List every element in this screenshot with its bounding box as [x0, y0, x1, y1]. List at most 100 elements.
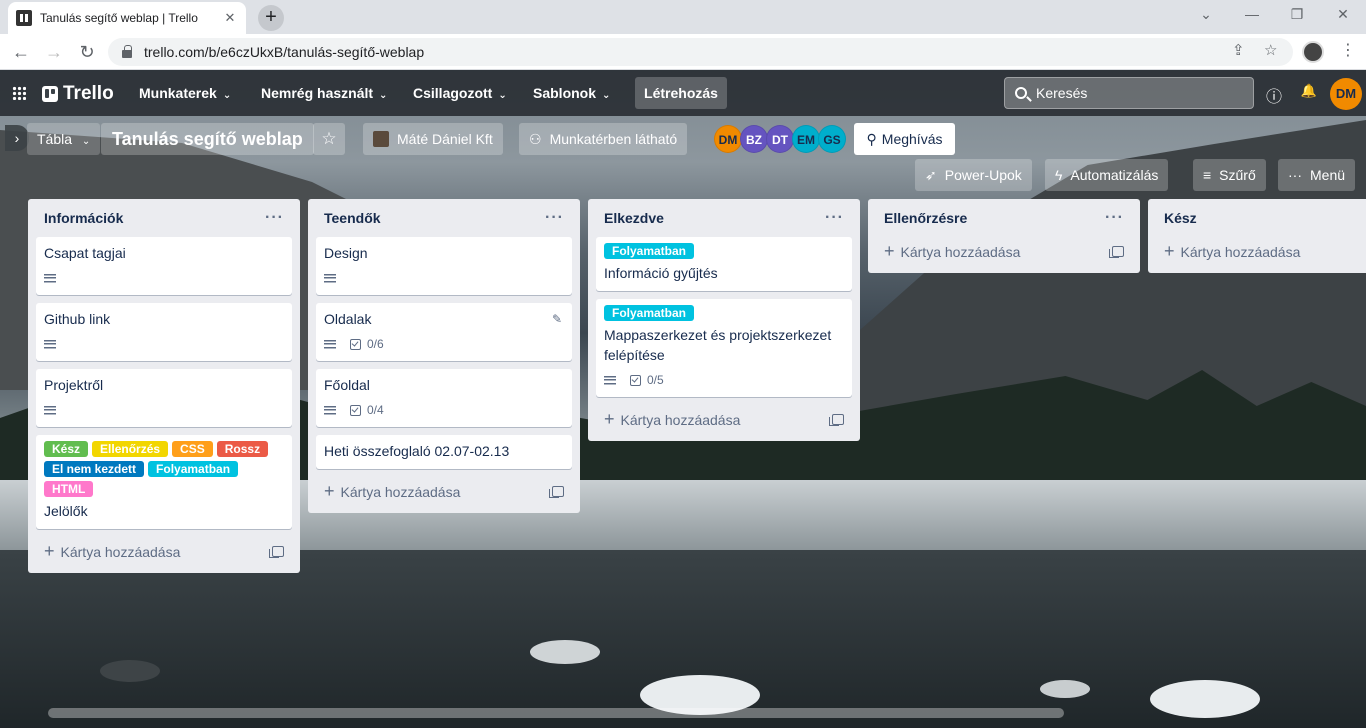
member-avatar[interactable]: GS: [818, 125, 846, 153]
lock-icon: [122, 45, 132, 58]
list-ellenorzesre: Ellenőrzésre ··· + Kártya hozzáadása: [868, 199, 1140, 273]
address-bar[interactable]: trello.com/b/e6czUkxB/tanulás-segítő-web…: [108, 38, 1293, 66]
browser-tab[interactable]: Tanulás segítő weblap | Trello ✕: [8, 2, 246, 34]
board-menu-button[interactable]: ··· Menü: [1278, 159, 1356, 191]
info-icon[interactable]: ⓘ: [1264, 83, 1284, 107]
card-badges: 0/6: [324, 335, 564, 353]
back-icon[interactable]: ←: [10, 41, 32, 63]
profile-avatar[interactable]: [1302, 41, 1324, 63]
label-folyamatban[interactable]: Folyamatban: [604, 243, 695, 259]
workspace-label: Máté Dániel Kft: [397, 131, 493, 147]
label-css[interactable]: CSS: [172, 441, 213, 457]
add-card-button[interactable]: + Kártya hozzáadása: [876, 237, 1132, 265]
card[interactable]: Github link: [36, 303, 292, 361]
card[interactable]: Folyamatban Mappaszerkezet és projektsze…: [596, 299, 852, 397]
restore-button[interactable]: ❐: [1287, 6, 1307, 23]
invite-button[interactable]: ⚲ Meghívás: [854, 123, 955, 155]
add-card-button[interactable]: + Kártya hozzáadása: [36, 537, 292, 565]
description-icon: [324, 339, 336, 349]
menu-starred[interactable]: Csillagozott ⌄: [413, 81, 507, 105]
list-title[interactable]: Információk: [44, 210, 123, 226]
list-header[interactable]: Információk ···: [36, 199, 292, 237]
list-menu-icon[interactable]: ···: [545, 209, 564, 227]
menu-workspaces[interactable]: Munkaterek ⌄: [139, 81, 231, 105]
notifications-bell-icon[interactable]: 🔔: [1299, 83, 1319, 99]
close-window-button[interactable]: ✕: [1333, 6, 1353, 23]
app-switcher-icon[interactable]: [12, 86, 26, 100]
list-title[interactable]: Teendők: [324, 210, 381, 226]
list-menu-icon[interactable]: ···: [1105, 209, 1124, 227]
list-header[interactable]: Elkezdve ···: [596, 199, 852, 237]
menu-templates[interactable]: Sablonok ⌄: [533, 81, 610, 105]
card[interactable]: Csapat tagjai: [36, 237, 292, 295]
label-rossz[interactable]: Rossz: [216, 441, 269, 457]
user-avatar[interactable]: DM: [1330, 78, 1362, 110]
checklist-count: 0/6: [367, 337, 384, 351]
trello-logo[interactable]: Trello: [42, 83, 114, 105]
browser-menu-icon[interactable]: ⋮: [1340, 40, 1356, 60]
bookmark-star-icon[interactable]: ☆: [1264, 41, 1277, 59]
menu-recent[interactable]: Nemrég használt ⌄: [261, 81, 387, 105]
edit-card-icon[interactable]: ✎: [552, 312, 562, 326]
powerups-button[interactable]: ➶ Power-Upok: [915, 159, 1032, 191]
expand-sidebar-icon[interactable]: ›: [5, 125, 29, 151]
share-icon[interactable]: ⇪: [1232, 41, 1245, 59]
create-from-template-icon[interactable]: [1109, 245, 1124, 258]
create-from-template-icon[interactable]: [829, 413, 844, 426]
create-from-template-icon[interactable]: [269, 545, 284, 558]
workspace-button[interactable]: Máté Dániel Kft: [363, 123, 503, 155]
view-switcher-button[interactable]: Tábla ⌄: [27, 123, 101, 155]
star-board-icon[interactable]: ☆: [313, 123, 345, 155]
card[interactable]: Design: [316, 237, 572, 295]
visibility-button[interactable]: ⚇ Munkatérben látható: [519, 123, 688, 155]
list-menu-icon[interactable]: ···: [265, 209, 284, 227]
member-avatar[interactable]: BZ: [740, 125, 768, 153]
add-card-button[interactable]: + Kártya hozzáadása: [596, 405, 852, 433]
card[interactable]: ✎ Oldalak 0/6: [316, 303, 572, 361]
list-header[interactable]: Teendők ···: [316, 199, 572, 237]
search-input[interactable]: Keresés: [1004, 77, 1254, 109]
rocket-icon: ➶: [925, 167, 937, 183]
tab-search-icon[interactable]: ⌄: [1196, 6, 1216, 23]
card-title: Heti összefoglaló 02.07-02.13: [324, 443, 510, 459]
snow-rock: [1150, 680, 1260, 718]
card[interactable]: Projektről: [36, 369, 292, 427]
card[interactable]: Főoldal 0/4: [316, 369, 572, 427]
minimize-button[interactable]: —: [1242, 6, 1262, 22]
automation-button[interactable]: ϟ Automatizálás: [1045, 159, 1169, 191]
card[interactable]: Heti összefoglaló 02.07-02.13: [316, 435, 572, 469]
card-title: Információ gyűjtés: [604, 265, 718, 281]
checklist-count: 0/5: [647, 373, 664, 387]
card[interactable]: Folyamatban Információ gyűjtés: [596, 237, 852, 291]
list-header[interactable]: Kész: [1156, 199, 1358, 237]
filter-button[interactable]: ≡ Szűrő: [1193, 159, 1266, 191]
add-card-button[interactable]: + Kártya hozzáadása: [1156, 237, 1358, 265]
member-avatar[interactable]: EM: [792, 125, 820, 153]
label-html[interactable]: HTML: [44, 481, 94, 497]
list-menu-icon[interactable]: ···: [825, 209, 844, 227]
card[interactable]: Kész Ellenőrzés CSS Rossz El nem kezdett…: [36, 435, 292, 529]
list-title[interactable]: Kész: [1164, 210, 1197, 226]
chevron-down-icon: ⌄: [222, 90, 232, 101]
plus-icon: +: [884, 241, 895, 261]
list-header[interactable]: Ellenőrzésre ···: [876, 199, 1132, 237]
create-button[interactable]: Létrehozás: [635, 77, 727, 109]
add-card-button[interactable]: + Kártya hozzáadása: [316, 477, 572, 505]
label-folyamatban[interactable]: Folyamatban: [604, 305, 695, 321]
board-title[interactable]: Tanulás segítő weblap: [101, 123, 314, 155]
label-el-nem-kezdett[interactable]: El nem kezdett: [44, 461, 145, 477]
trello-logo-icon: [42, 86, 58, 102]
close-tab-icon[interactable]: ✕: [222, 10, 238, 26]
label-folyamatban[interactable]: Folyamatban: [148, 461, 239, 477]
forward-icon[interactable]: →: [43, 41, 65, 63]
label-ellenorzes[interactable]: Ellenőrzés: [92, 441, 169, 457]
member-avatar[interactable]: DT: [766, 125, 794, 153]
reload-icon[interactable]: ↻: [76, 41, 98, 63]
create-from-template-icon[interactable]: [549, 485, 564, 498]
board-horizontal-scrollbar[interactable]: [48, 708, 1064, 718]
list-title[interactable]: Ellenőrzésre: [884, 210, 967, 226]
label-kesz[interactable]: Kész: [44, 441, 89, 457]
member-avatar[interactable]: DM: [714, 125, 742, 153]
new-tab-button[interactable]: +: [258, 5, 284, 31]
list-title[interactable]: Elkezdve: [604, 210, 664, 226]
